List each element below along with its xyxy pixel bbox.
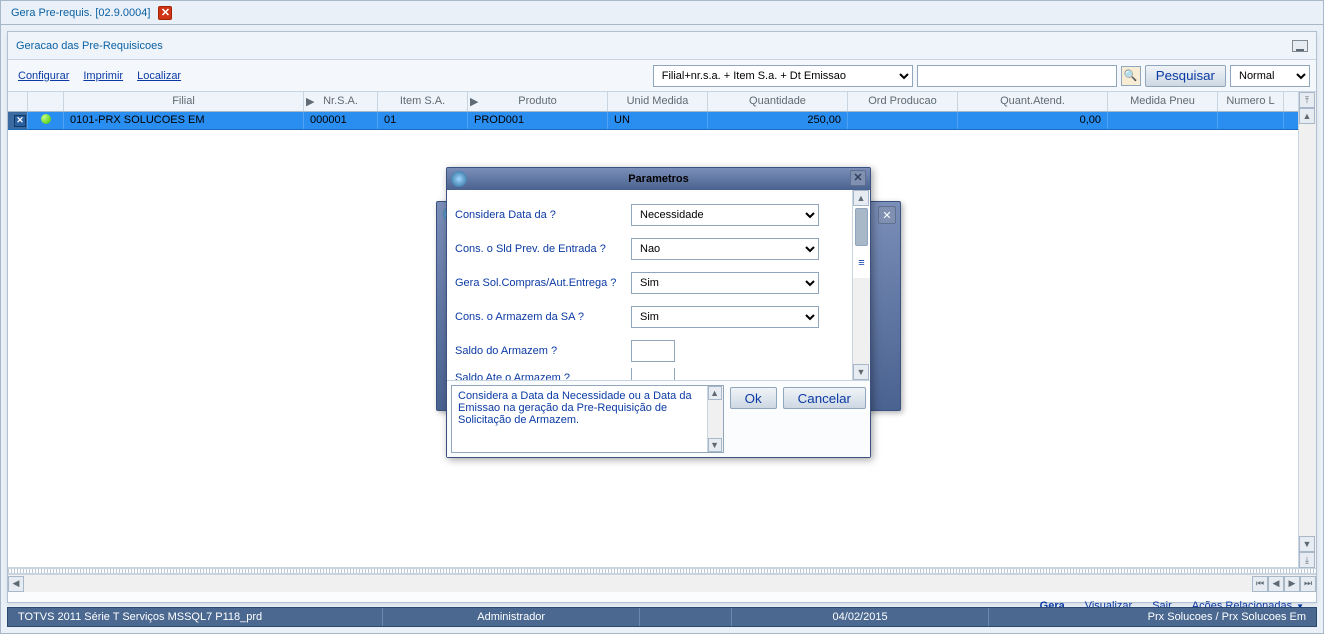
table-row[interactable]: ✕ 0101-PRX SOLUCOES EM 000001 01 PROD001… bbox=[8, 112, 1316, 130]
help-text-box: Considera a Data da Necessidade ou a Dat… bbox=[451, 385, 724, 453]
cell-quantatend: 0,00 bbox=[958, 112, 1108, 129]
scroll-top-icon[interactable]: ⤒ bbox=[1299, 92, 1315, 108]
help-scrollbar[interactable]: ▲ ▼ bbox=[707, 386, 723, 452]
scroll-down-icon[interactable]: ▼ bbox=[708, 438, 722, 452]
cell-item: 01 bbox=[378, 112, 468, 129]
param-row-4: Saldo do Armazem ? bbox=[455, 334, 848, 368]
grid-hscroll[interactable]: ◀ ⏮ ◀ ▶ ⏭ bbox=[8, 574, 1316, 592]
col-nrsa[interactable]: ▶Nr.S.A. bbox=[304, 92, 378, 111]
param-row-5: Saldo Ate o Armazem ? bbox=[455, 368, 848, 380]
status-date: 04/02/2015 bbox=[732, 608, 989, 626]
cell-numerol bbox=[1218, 112, 1284, 129]
cell-produto: PROD001 bbox=[468, 112, 608, 129]
ok-button[interactable]: Ok bbox=[730, 387, 777, 409]
filter-select[interactable]: Filial+nr.s.a. + Item S.a. + Dt Emissao bbox=[653, 65, 913, 87]
param-input-sld-prev[interactable]: Nao bbox=[631, 238, 819, 260]
col-produto[interactable]: ▶Produto bbox=[468, 92, 608, 111]
status-dot-icon bbox=[41, 114, 51, 124]
cancelar-button[interactable]: Cancelar bbox=[783, 387, 866, 409]
col-blank2 bbox=[28, 92, 64, 111]
scroll-right2-icon[interactable]: ⏭ bbox=[1300, 576, 1316, 592]
status-blank bbox=[640, 608, 732, 626]
scroll-down-icon[interactable]: ▼ bbox=[1299, 536, 1315, 552]
row-marker[interactable]: ✕ bbox=[8, 112, 28, 129]
cell-medpneu bbox=[1108, 112, 1218, 129]
dialog-logo-icon bbox=[451, 171, 467, 187]
dialog-body: Considera Data da ? Necessidade Cons. o … bbox=[447, 190, 870, 380]
scroll-up-icon[interactable]: ▲ bbox=[1299, 108, 1315, 124]
scroll-first-icon[interactable]: ◀ bbox=[8, 576, 24, 592]
localizar-link[interactable]: Localizar bbox=[137, 70, 181, 82]
status-env: TOTVS 2011 Série T Serviços MSSQL7 P118_… bbox=[8, 608, 383, 626]
col-blank1 bbox=[8, 92, 28, 111]
tab[interactable]: Gera Pre-requis. [02.9.0004] ✕ bbox=[7, 4, 172, 22]
param-row-3: Cons. o Armazem da SA ? Sim bbox=[455, 300, 848, 334]
col-itemsa[interactable]: Item S.A. bbox=[378, 92, 468, 111]
imprimir-link[interactable]: Imprimir bbox=[83, 70, 123, 82]
parametros-dialog: Parametros ✕ Considera Data da ? Necessi… bbox=[446, 167, 871, 458]
scroll-left2-icon[interactable]: ⏮ bbox=[1252, 576, 1268, 592]
param-input-saldo-ate[interactable] bbox=[631, 368, 675, 380]
search-input[interactable] bbox=[917, 65, 1117, 87]
cell-filial: 0101-PRX SOLUCOES EM bbox=[64, 112, 304, 129]
tab-title: Gera Pre-requis. [02.9.0004] bbox=[7, 4, 154, 22]
scroll-bottom-icon[interactable]: ⤓ bbox=[1299, 552, 1315, 568]
status-bar: TOTVS 2011 Série T Serviços MSSQL7 P118_… bbox=[7, 607, 1317, 627]
grid-header: Filial ▶Nr.S.A. Item S.A. ▶Produto Unid … bbox=[8, 92, 1316, 112]
param-input-saldo-armazem[interactable] bbox=[631, 340, 675, 362]
col-quantidade[interactable]: Quantidade bbox=[708, 92, 848, 111]
row-status bbox=[28, 112, 64, 129]
toolbar: Configurar Imprimir Localizar Filial+nr.… bbox=[8, 60, 1316, 92]
help-text: Considera a Data da Necessidade ou a Dat… bbox=[458, 390, 692, 426]
col-quantatend[interactable]: Quant.Atend. bbox=[958, 92, 1108, 111]
search-icon[interactable]: 🔍 bbox=[1121, 66, 1141, 86]
cell-ordprod bbox=[848, 112, 958, 129]
panel-title: Geracao das Pre-Requisicoes bbox=[16, 40, 163, 52]
param-row-2: Gera Sol.Compras/Aut.Entrega ? Sim bbox=[455, 266, 848, 300]
close-icon[interactable]: ✕ bbox=[158, 6, 172, 20]
param-input-armazem-sa[interactable]: Sim bbox=[631, 306, 819, 328]
close-icon[interactable]: ✕ bbox=[850, 170, 866, 186]
param-input-gera-sol[interactable]: Sim bbox=[631, 272, 819, 294]
tab-bar: Gera Pre-requis. [02.9.0004] ✕ bbox=[1, 1, 1323, 25]
grid-vscroll[interactable]: ⤒ ▲ ▼ ⤓ bbox=[1298, 92, 1316, 568]
param-row-1: Cons. o Sld Prev. de Entrada ? Nao bbox=[455, 232, 848, 266]
col-numerol[interactable]: Numero L bbox=[1218, 92, 1284, 111]
param-input-considera-data[interactable]: Necessidade bbox=[631, 204, 819, 226]
scroll-up-icon[interactable]: ▲ bbox=[853, 190, 869, 206]
dialog-footer: Considera a Data da Necessidade ou a Dat… bbox=[447, 380, 870, 457]
dialog-title: Parametros bbox=[628, 173, 689, 185]
param-label: Gera Sol.Compras/Aut.Entrega ? bbox=[455, 277, 631, 289]
dialog-title-bar[interactable]: Parametros ✕ bbox=[447, 168, 870, 190]
dialog-close-back-icon[interactable]: ✕ bbox=[878, 206, 896, 224]
scroll-thumb[interactable] bbox=[855, 208, 868, 246]
status-user: Administrador bbox=[383, 608, 640, 626]
col-ordprod[interactable]: Ord Producao bbox=[848, 92, 958, 111]
cell-quantidade: 250,00 bbox=[708, 112, 848, 129]
param-label: Saldo Ate o Armazem ? bbox=[455, 372, 631, 380]
param-row-0: Considera Data da ? Necessidade bbox=[455, 198, 848, 232]
param-label: Saldo do Armazem ? bbox=[455, 345, 631, 357]
mode-select[interactable]: Normal bbox=[1230, 65, 1310, 87]
scroll-up-icon[interactable]: ▲ bbox=[708, 386, 722, 400]
param-label: Cons. o Armazem da SA ? bbox=[455, 311, 631, 323]
param-scrollbar[interactable]: ▲ ≡ ▼ bbox=[852, 190, 870, 380]
scroll-left-icon[interactable]: ◀ bbox=[1268, 576, 1284, 592]
param-label: Considera Data da ? bbox=[455, 209, 631, 221]
scroll-down-icon[interactable]: ▼ bbox=[853, 364, 869, 380]
cell-nrsa: 000001 bbox=[304, 112, 378, 129]
col-filial[interactable]: Filial bbox=[64, 92, 304, 111]
param-label: Cons. o Sld Prev. de Entrada ? bbox=[455, 243, 631, 255]
param-list: Considera Data da ? Necessidade Cons. o … bbox=[447, 190, 852, 380]
cell-um: UN bbox=[608, 112, 708, 129]
panel-header: Geracao das Pre-Requisicoes bbox=[8, 32, 1316, 60]
col-medidapneu[interactable]: Medida Pneu bbox=[1108, 92, 1218, 111]
minimize-icon[interactable] bbox=[1292, 40, 1308, 52]
configurar-link[interactable]: Configurar bbox=[18, 70, 69, 82]
pesquisar-button[interactable]: Pesquisar bbox=[1145, 65, 1226, 87]
col-um[interactable]: Unid Medida bbox=[608, 92, 708, 111]
status-company: Prx Solucoes / Prx Solucoes Em bbox=[989, 608, 1316, 626]
scroll-right-icon[interactable]: ▶ bbox=[1284, 576, 1300, 592]
